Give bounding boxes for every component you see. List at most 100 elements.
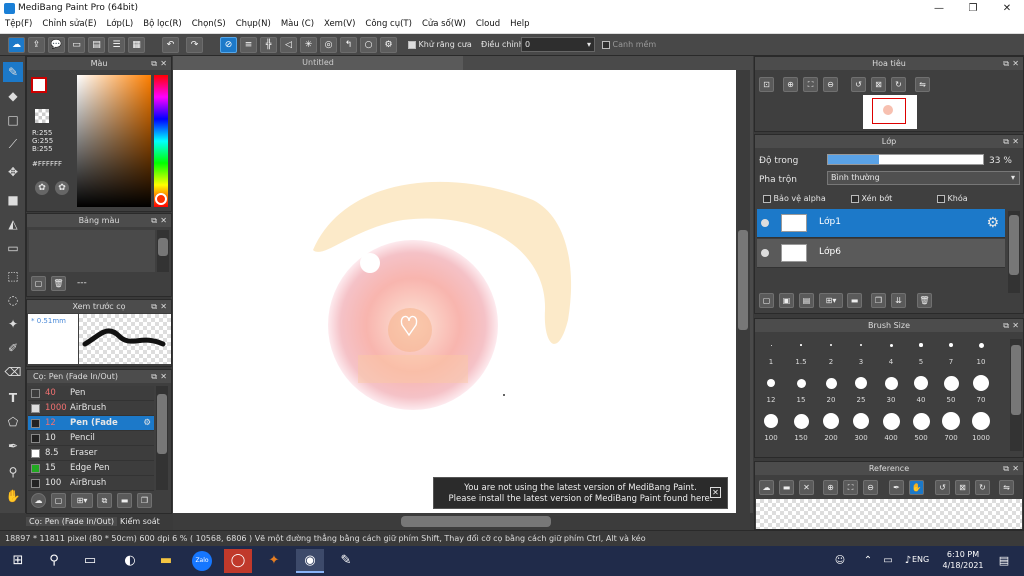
open-folder-icon[interactable]: ▬ xyxy=(779,480,794,495)
file-explorer-icon[interactable]: ▬ xyxy=(152,549,180,573)
menu-help[interactable]: Help xyxy=(505,17,534,31)
brush-size-cell[interactable]: 10 xyxy=(966,335,996,375)
brush-tool-icon[interactable]: ✎ xyxy=(3,62,23,82)
close-icon[interactable]: ✕ xyxy=(1012,319,1019,332)
adjust-select[interactable]: 0 ▾ xyxy=(521,37,595,52)
redo-icon[interactable]: ↷ xyxy=(186,37,203,53)
palette-icon[interactable]: ✿ xyxy=(35,181,49,195)
zoom-in-icon[interactable]: ⊕ xyxy=(823,480,838,495)
layer-row-selected[interactable]: Lớp1 ⚙ xyxy=(757,209,1005,238)
hand-tool-icon[interactable]: ✋ xyxy=(3,486,23,506)
close-icon[interactable]: ✕ xyxy=(1012,462,1019,475)
reference-canvas[interactable] xyxy=(756,499,1022,529)
protect-alpha-toggle[interactable]: Bảo vệ alpha xyxy=(763,194,826,203)
gear-icon[interactable]: ⚙ xyxy=(986,215,999,231)
parallel-snap-icon[interactable]: ≡ xyxy=(240,37,257,53)
lock-checkbox[interactable] xyxy=(937,194,945,203)
brush-size-cell[interactable]: 30 xyxy=(876,373,906,413)
new-halftone-layer-icon[interactable]: ▣ xyxy=(779,293,794,308)
flip-icon[interactable]: ⇋ xyxy=(915,77,930,92)
clipping-toggle[interactable]: Xén bớt xyxy=(851,194,892,203)
app-icon[interactable]: ✦ xyxy=(260,549,288,573)
select-pen-icon[interactable]: ✐ xyxy=(3,338,23,358)
ellipse-snap-icon[interactable]: ○ xyxy=(360,37,377,53)
move-tool-icon[interactable]: ✥ xyxy=(3,162,23,182)
close-icon[interactable]: ✕ xyxy=(799,480,814,495)
add-brush-icon[interactable]: ⊞▾ xyxy=(71,493,93,508)
select-tool-icon[interactable]: ⬚ xyxy=(3,266,23,286)
hue-handle[interactable] xyxy=(155,193,167,205)
trash-icon[interactable]: 🗑 xyxy=(917,293,932,308)
chrome-icon[interactable]: ◉ xyxy=(296,549,324,573)
rect-tool-icon[interactable]: □ xyxy=(3,110,23,130)
lock-toggle[interactable]: Khóa xyxy=(937,194,968,203)
fit-icon[interactable]: ⛶ xyxy=(803,77,818,92)
duplicate-layer-icon[interactable]: ❐ xyxy=(871,293,886,308)
eye-icon[interactable] xyxy=(761,249,769,257)
brush-item-selected[interactable]: 12Pen (Fade In/Out)⚙ xyxy=(28,416,154,443)
duplicate-icon[interactable]: ❐ xyxy=(137,493,152,508)
drawing-canvas[interactable] xyxy=(173,70,736,513)
brush-size-cell[interactable]: 2 xyxy=(816,335,846,375)
operation-tool-icon[interactable]: ⬠ xyxy=(3,412,23,432)
brush-size-cell[interactable]: 4 xyxy=(876,335,906,375)
brush-size-cell[interactable]: 50 xyxy=(936,373,966,413)
edge-checkbox[interactable] xyxy=(602,40,610,49)
brush-size-cell[interactable]: 25 xyxy=(846,373,876,413)
cloud-icon[interactable]: ☁ xyxy=(759,480,774,495)
pin-icon[interactable]: ⧉ xyxy=(1003,57,1009,70)
brush-size-cell[interactable]: 1000 xyxy=(966,411,996,451)
divide-tool-icon[interactable]: ✒ xyxy=(3,436,23,456)
select-eraser-icon[interactable]: ⌫ xyxy=(3,362,23,382)
new-8bit-layer-icon[interactable]: ▤ xyxy=(799,293,814,308)
gear-icon[interactable]: ⚙ xyxy=(143,416,151,431)
brush-size-cell[interactable]: 5 xyxy=(906,335,936,375)
fit-icon[interactable]: ⛶ xyxy=(843,480,858,495)
protect-alpha-checkbox[interactable] xyxy=(763,194,771,203)
menu-view[interactable]: Xem(V) xyxy=(319,17,360,31)
pin-icon[interactable]: ⧉ xyxy=(151,300,157,313)
eyedropper-icon[interactable]: ✒ xyxy=(889,480,904,495)
layer-scrollbar[interactable] xyxy=(1008,211,1020,293)
palette-add-icon[interactable]: ✿ xyxy=(55,181,69,195)
rotate-right-icon[interactable]: ↻ xyxy=(891,77,906,92)
rotate-left-icon[interactable]: ↺ xyxy=(935,480,950,495)
brush-item[interactable]: 100 AirBrush xyxy=(28,476,154,491)
brush-size-cell[interactable]: 400 xyxy=(876,411,906,451)
zoom-in-icon[interactable]: ⊕ xyxy=(783,77,798,92)
menu-select[interactable]: Chọn(S) xyxy=(187,17,231,31)
brush-size-cell[interactable]: 40 xyxy=(906,373,936,413)
menu-file[interactable]: Tệp(F) xyxy=(0,17,37,31)
menu-edit[interactable]: Chỉnh sửa(E) xyxy=(37,17,101,31)
task-view-icon[interactable]: ▭ xyxy=(76,549,104,573)
settings-gear-icon[interactable]: ⚙ xyxy=(380,37,397,53)
gradient-tool-icon[interactable]: ▭ xyxy=(3,238,23,258)
text-tool-icon[interactable]: T xyxy=(3,388,23,408)
new-palette-icon[interactable]: ▢ xyxy=(31,276,46,291)
snap-off-icon[interactable]: ⊘ xyxy=(220,37,237,53)
share-icon[interactable]: ⇪ xyxy=(28,37,45,53)
layer-row[interactable]: Lớp6 xyxy=(757,239,1005,268)
menu-window[interactable]: Cửa số(W) xyxy=(417,17,471,31)
close-button[interactable]: ✕ xyxy=(990,0,1024,17)
canvas-vertical-scrollbar[interactable] xyxy=(736,70,750,513)
brush-size-cell[interactable]: 500 xyxy=(906,411,936,451)
menu-layer[interactable]: Lớp(L) xyxy=(102,17,139,31)
lasso-tool-icon[interactable]: ◌ xyxy=(3,290,23,310)
tab-brush[interactable]: Cọ: Pen (Fade In/Out) xyxy=(26,517,117,526)
eraser-tool-icon[interactable]: ◆ xyxy=(3,86,23,106)
menu-color[interactable]: Màu (C) xyxy=(276,17,319,31)
cloud-icon[interactable]: ☁ xyxy=(8,37,25,53)
eyedropper-icon[interactable]: ⚲ xyxy=(3,462,23,482)
brush-size-cell[interactable]: 3 xyxy=(846,335,876,375)
close-icon[interactable]: ✕ xyxy=(160,300,167,313)
update-notification[interactable]: You are not using the latest version of … xyxy=(433,477,728,509)
fill-rect-tool-icon[interactable]: ■ xyxy=(3,190,23,210)
pin-icon[interactable]: ⧉ xyxy=(1003,319,1009,332)
brush-size-cell[interactable]: 70 xyxy=(966,373,996,413)
cross-snap-icon[interactable]: ╬ xyxy=(260,37,277,53)
rotate-left-icon[interactable]: ↺ xyxy=(851,77,866,92)
brush-size-cell[interactable]: 15 xyxy=(786,373,816,413)
people-icon[interactable]: ☺ xyxy=(826,549,854,573)
document-icon[interactable]: ▤ xyxy=(88,37,105,53)
